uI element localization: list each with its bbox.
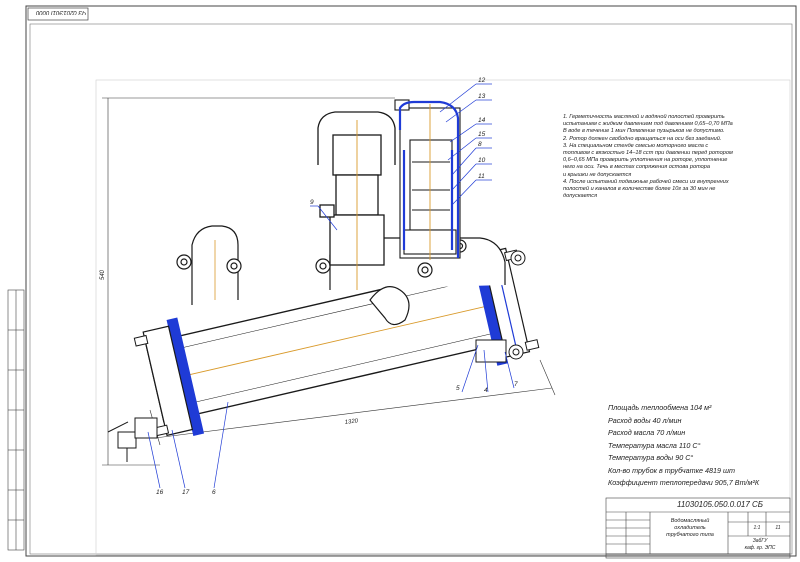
note-line: испытанием с жидким давлением под давлен…	[563, 121, 733, 128]
height-dimension-label: 540	[100, 269, 106, 280]
drawing-name-3: трубчатого типа	[666, 532, 714, 538]
callout-10: 10	[478, 157, 486, 164]
note-line: полостей и каналов в количестве более 10…	[563, 186, 716, 193]
callout-9: 9	[310, 199, 314, 206]
filter-cap	[317, 111, 396, 290]
callout-15: 15	[478, 131, 486, 138]
note-line: него на оси. Течь в местах сопряжения ос…	[563, 164, 710, 171]
callout-14: 14	[478, 117, 486, 124]
spec-line: Температура масла 110 С°	[608, 440, 701, 450]
drawing-designation: 11030105.050.0.017 СБ	[676, 500, 764, 509]
note-line: допускается	[563, 193, 598, 200]
callout-4: 4	[484, 387, 488, 394]
note-line: В воде в течение 1 мин Появление пузырьк…	[563, 128, 725, 135]
spec-line: Кол-во трубок в трубчатке 4819 шт	[608, 465, 735, 475]
corner-stamp-label: ЧЗ 0201Э01Г0000	[36, 9, 87, 15]
callout-16: 16	[156, 489, 164, 496]
callout-8: 8	[478, 141, 482, 148]
note-line: 2. Ротор должен свободно вращаться на ос…	[563, 135, 722, 142]
callout-13: 13	[478, 93, 486, 100]
spec-line: Расход масла 70 л/мин	[608, 428, 686, 437]
callout-6: 6	[212, 489, 216, 496]
spec-line: Расход воды 40 л/мин	[608, 415, 682, 425]
callout-7: 7	[514, 381, 518, 388]
drawing-name-2: охладитель	[674, 525, 706, 531]
callout-5: 5	[456, 385, 460, 392]
technical-requirements: 1. Герметичность масляной и водяной поло…	[563, 114, 778, 200]
note-line: 1. Герметичность масляной и водяной поло…	[563, 114, 725, 120]
drawing-name-1: Водомасляный	[670, 518, 710, 524]
technical-specs: Площадь теплообмена 104 м² Расход воды 4…	[608, 402, 788, 490]
drawing-scale: 1:1	[753, 525, 761, 531]
left-margin-stamps	[7, 289, 25, 551]
callout-12: 12	[478, 77, 486, 84]
note-line: 4. После испытаний подвижные рабочей сме…	[563, 178, 729, 185]
callout-17: 17	[182, 489, 190, 496]
spec-line: Площадь теплообмена 104 м²	[608, 403, 712, 412]
note-line: 3. На специальном стенде смесью моторног…	[563, 142, 709, 149]
note-line: и крышки не допускается	[563, 171, 632, 178]
spec-line: Коэффициент теплопередачи 905,7 Вт/м²К	[608, 478, 760, 487]
length-dimension-label: 1320	[345, 418, 360, 426]
note-line: топливом с вязкостью 14–18 сст при давле…	[563, 150, 733, 157]
organization-line-1: ЗабГУ	[752, 538, 768, 544]
drawing-sheet-number: 11	[775, 525, 781, 531]
callout-11: 11	[478, 173, 485, 180]
spec-line: Температура воды 90 С°	[608, 453, 694, 462]
left-outlet-pipe	[176, 225, 242, 305]
note-line: 0,6–0,65 МПа проверить уплотнения на рот…	[563, 157, 728, 164]
organization-line-2: каф. гр. ЭПС	[744, 545, 776, 551]
